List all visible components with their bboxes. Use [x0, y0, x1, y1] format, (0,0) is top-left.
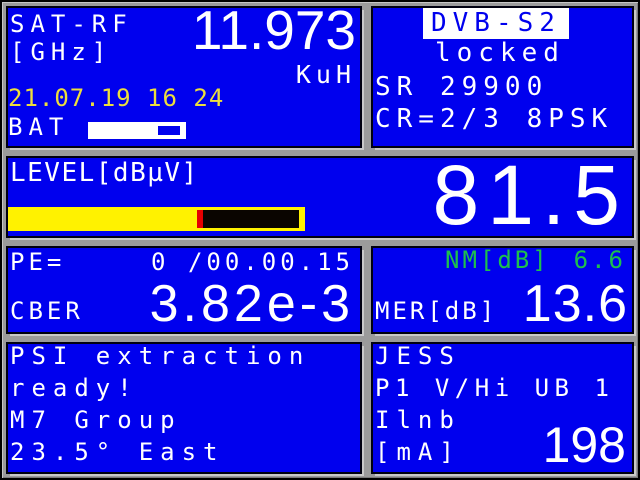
battery-label: BAT	[8, 113, 70, 141]
mer-value: 13.6	[522, 275, 628, 333]
sat-rf-panel: SAT-RF [GHz] 11.973 KuH 21.07.19 16 24 B…	[6, 0, 362, 148]
level-label: LEVEL[dBµV]	[10, 158, 199, 188]
band-indicator: KuH	[295, 60, 356, 89]
psi-panel: PSI extraction ready! M7 Group 23.5° Eas…	[6, 342, 362, 474]
level-bar-black	[202, 210, 299, 228]
symbol-rate: SR 29900	[375, 72, 549, 102]
cber-value: 3.82e-3	[149, 275, 354, 333]
psi-line-1: PSI extraction	[10, 342, 311, 370]
lnb-config: P1 V/Hi UB 1	[375, 374, 615, 402]
code-rate: CR=2/3 8PSK	[375, 104, 614, 134]
psi-line-3: M7 Group	[10, 406, 182, 434]
lnb-current-value: 198	[542, 417, 626, 473]
lnb-current-label: Ilnb	[375, 406, 461, 434]
level-panel: LEVEL[dBµV] 81.5	[6, 148, 634, 242]
frequency-value: 11.973	[191, 0, 356, 61]
lnb-panel: JESS P1 V/Hi UB 1 Ilnb [mA] 198	[371, 342, 634, 474]
psi-line-4: 23.5° East	[10, 438, 225, 466]
psi-line-2: ready!	[10, 374, 139, 402]
pe-label: PE=	[10, 248, 66, 276]
demod-panel: DVB-S2 locked SR 29900 CR=2/3 8PSK	[371, 6, 634, 148]
standard-badge: DVB-S2	[423, 8, 569, 39]
lnb-current-unit: [mA]	[375, 438, 461, 466]
meter-screen: SAT-RF [GHz] 11.973 KuH 21.07.19 16 24 B…	[0, 0, 640, 480]
lock-status: locked	[435, 38, 565, 68]
sat-rf-unit: [GHz]	[10, 38, 113, 66]
error-panel: PE= 0 /00.00.15 CBER 3.82e-3	[6, 246, 362, 334]
lnb-system: JESS	[375, 342, 461, 370]
datetime-text: 21.07.19 16 24	[8, 84, 225, 112]
level-bar	[8, 207, 305, 231]
cber-label: CBER	[10, 297, 84, 325]
mer-label: MER[dB]	[375, 297, 498, 325]
nm-value: 6.6	[573, 246, 626, 274]
pe-value: 0 /00.00.15	[151, 248, 354, 276]
quality-panel: NM[dB] 6.6 MER[dB] 13.6	[371, 246, 634, 334]
nm-label: NM[dB]	[445, 246, 550, 274]
battery-gauge	[88, 122, 186, 139]
level-value: 81.5	[432, 148, 628, 242]
battery-charge-marker	[158, 126, 180, 135]
sat-rf-title: SAT-RF	[10, 10, 133, 38]
